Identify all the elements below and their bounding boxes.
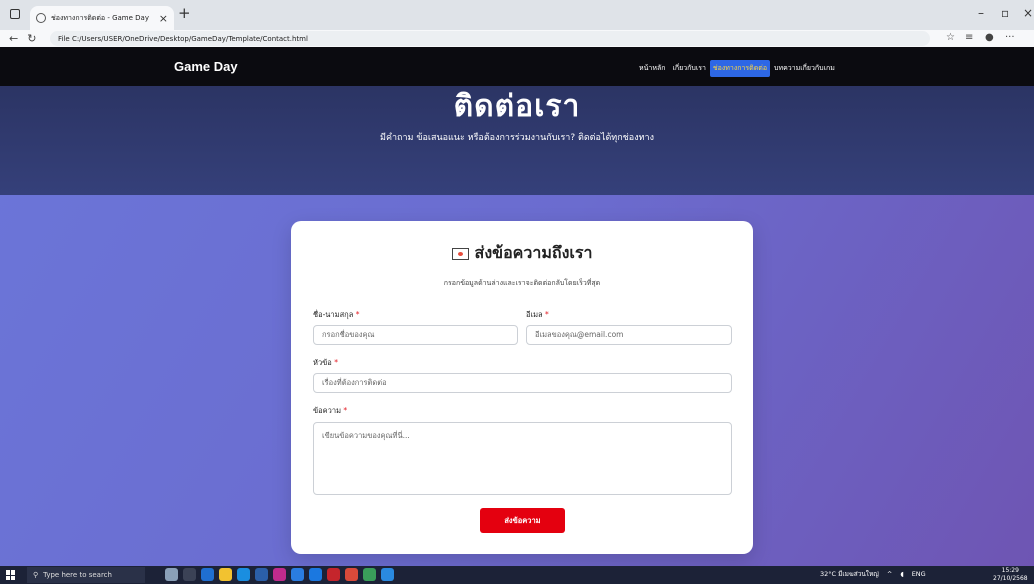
new-tab-button[interactable]: + [178,4,191,22]
search-icon: ⚲ [33,571,39,579]
minimize-button[interactable]: – [978,6,984,20]
widget-icon[interactable] [165,568,178,581]
windows-taskbar: ⚲ Type here to search 32°C มีเมฆส่วนใหญ่… [0,566,1034,584]
hero-title: ติดต่อเรา [453,89,581,124]
taskbar-apps [165,568,394,581]
taskbar-clock[interactable]: 15:29 27/10/2568 [993,567,1028,583]
app-icon[interactable] [291,568,304,581]
browser-tabstrip: ช่องทางการติดต่อ - Game Day × + – ▫ × [0,0,1034,30]
submit-button[interactable]: ส่งข้อความ [480,508,565,533]
task-view-icon[interactable] [183,568,196,581]
email-label: อีเมล * [526,310,549,319]
chrome-alt-icon[interactable] [363,568,376,581]
email-placeholder: อีเมลของคุณ@email.com [535,330,624,339]
taskbar-search-placeholder: Type here to search [43,571,112,579]
form-title: ส่งข้อความถึงเรา [474,243,593,262]
form-title-row: ส่งข้อความถึงเรา [291,241,753,266]
name-placeholder: กรอกชื่อของคุณ [322,330,375,339]
back-icon[interactable]: ← [9,32,18,45]
subject-placeholder: เรื่องที่ต้องการติดต่อ [322,378,387,387]
message-textarea[interactable]: เขียนข้อความของคุณที่นี่... [313,422,732,495]
browser-tab[interactable]: ช่องทางการติดต่อ - Game Day × [30,6,174,30]
brand-logo[interactable]: Game Day [174,59,238,74]
file-explorer-icon[interactable] [219,568,232,581]
nav-contact[interactable]: ช่องทางการติดต่อ [709,60,771,77]
refresh-icon[interactable]: ↻ [27,32,36,45]
clock-date: 27/10/2568 [993,575,1028,582]
game-icon[interactable] [327,568,340,581]
nav-about[interactable]: เกี่ยวกับเรา [669,60,708,77]
edge-icon[interactable] [237,568,250,581]
tray-chevron-icon[interactable]: ^ [887,570,892,578]
email-input[interactable]: อีเมลของคุณ@email.com [526,325,732,345]
windows-start-icon[interactable] [6,570,16,580]
required-mark: * [355,310,360,319]
required-mark: * [334,358,338,367]
chrome-icon[interactable] [345,568,358,581]
volume-icon[interactable]: ◖ [900,570,903,578]
nav-home[interactable]: หน้าหลัก [636,60,668,77]
favorite-icon[interactable]: ☆ [946,32,955,43]
nav-links: หน้าหลัก เกี่ยวกับเรา ช่องทางการติดต่อ บ… [636,60,839,77]
page-viewport: ติดต่อเรา มีคำถาม ข้อเสนอแนะ หรือต้องการ… [0,47,1034,566]
globe-icon [36,13,46,23]
name-label: ชื่อ-นามสกุล * [313,310,360,319]
subject-input[interactable]: เรื่องที่ต้องการติดต่อ [313,373,732,393]
nav-articles[interactable]: บทความเกี่ยวกับเกม [771,60,838,77]
profile-icon[interactable]: ● [985,32,994,43]
close-tab-icon[interactable]: × [159,12,168,25]
envelope-icon [451,247,469,260]
contact-form-card: ส่งข้อความถึงเรา กรอกข้อมูลด้านล่างและเร… [291,221,753,554]
more-icon[interactable]: ··· [1005,32,1015,43]
store-icon[interactable] [255,568,268,581]
hero-subtitle: มีคำถาม ข้อเสนอแนะ หรือต้องการร่วมงานกับ… [380,133,654,143]
clock-time: 15:29 [1001,567,1019,574]
outlook-icon[interactable] [201,568,214,581]
close-window-button[interactable]: × [1023,6,1033,20]
weather-text[interactable]: 32°C มีเมฆส่วนใหญ่ [820,569,879,579]
browser-icon[interactable] [309,568,322,581]
url-field[interactable]: File C:/Users/USER/OneDrive/Desktop/Game… [50,31,930,46]
favorites-list-icon[interactable]: ≡ [965,32,973,43]
required-mark: * [343,406,348,415]
site-navbar: Game Day หน้าหลัก เกี่ยวกับเรา ช่องทางกา… [0,47,1034,86]
form-subtitle: กรอกข้อมูลด้านล่างและเราจะติดต่อกลับโดยเ… [443,279,601,287]
tab-title: ช่องทางการติดต่อ - Game Day [51,13,149,22]
instagram-icon[interactable] [273,568,286,581]
required-mark: * [545,310,549,319]
taskbar-search[interactable]: ⚲ Type here to search [27,567,145,583]
message-label: ข้อความ * [313,406,348,415]
maximize-button[interactable]: ▫ [1001,6,1009,20]
system-tray: 32°C มีเมฆส่วนใหญ่ ^ ◖ ENG [820,569,926,579]
address-bar-row: ← ↻ File C:/Users/USER/OneDrive/Desktop/… [0,30,1034,47]
message-placeholder: เขียนข้อความของคุณที่นี่... [322,431,410,440]
language-indicator[interactable]: ENG [912,570,926,578]
vscode-icon[interactable] [381,568,394,581]
name-input[interactable]: กรอกชื่อของคุณ [313,325,518,345]
window-menu-icon[interactable] [10,9,20,19]
subject-label: หัวข้อ * [313,358,338,367]
url-text: File C:/Users/USER/OneDrive/Desktop/Game… [58,34,308,43]
